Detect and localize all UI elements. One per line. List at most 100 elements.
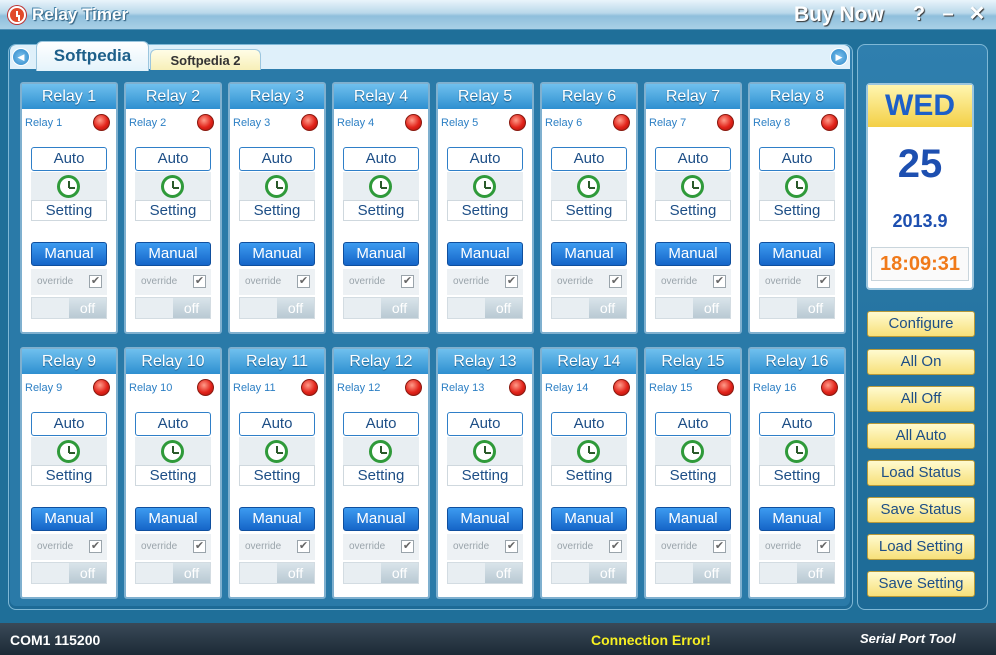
help-button[interactable]: ? <box>908 3 930 25</box>
relay-toggle[interactable]: off <box>135 297 211 319</box>
setting-button[interactable]: Setting <box>239 465 315 486</box>
relay-toggle[interactable]: off <box>655 562 731 584</box>
override-label: override <box>661 541 698 552</box>
manual-button[interactable]: Manual <box>343 242 419 266</box>
auto-button[interactable]: Auto <box>551 147 627 171</box>
override-checkbox[interactable]: ✔ <box>609 275 622 288</box>
setting-button[interactable]: Setting <box>551 200 627 221</box>
override-checkbox[interactable]: ✔ <box>401 275 414 288</box>
all-on-button[interactable]: All On <box>867 349 975 375</box>
auto-button[interactable]: Auto <box>343 412 419 436</box>
auto-button[interactable]: Auto <box>343 147 419 171</box>
manual-button[interactable]: Manual <box>343 507 419 531</box>
auto-button[interactable]: Auto <box>239 147 315 171</box>
manual-button[interactable]: Manual <box>135 507 211 531</box>
relay-card: Relay 11 Relay 11 Auto Setting Manual ov… <box>228 347 326 599</box>
override-checkbox[interactable]: ✔ <box>297 275 310 288</box>
relay-toggle[interactable]: off <box>551 297 627 319</box>
setting-button[interactable]: Setting <box>31 200 107 221</box>
setting-button[interactable]: Setting <box>759 465 835 486</box>
manual-button[interactable]: Manual <box>135 242 211 266</box>
override-checkbox[interactable]: ✔ <box>401 540 414 553</box>
date-display: WED 25 2013.9 18:09:31 <box>866 83 974 290</box>
override-checkbox[interactable]: ✔ <box>89 540 102 553</box>
load-setting-button[interactable]: Load Setting <box>867 534 975 560</box>
auto-button[interactable]: Auto <box>447 412 523 436</box>
auto-button[interactable]: Auto <box>655 147 731 171</box>
override-checkbox[interactable]: ✔ <box>817 275 830 288</box>
setting-button[interactable]: Setting <box>239 200 315 221</box>
auto-button[interactable]: Auto <box>655 412 731 436</box>
auto-button[interactable]: Auto <box>239 412 315 436</box>
setting-button[interactable]: Setting <box>31 465 107 486</box>
setting-button[interactable]: Setting <box>447 200 523 221</box>
auto-button[interactable]: Auto <box>31 412 107 436</box>
manual-button[interactable]: Manual <box>239 507 315 531</box>
relay-toggle[interactable]: off <box>343 297 419 319</box>
relay-toggle[interactable]: off <box>759 562 835 584</box>
manual-button[interactable]: Manual <box>655 507 731 531</box>
relay-toggle[interactable]: off <box>655 297 731 319</box>
relay-toggle[interactable]: off <box>239 562 315 584</box>
override-checkbox[interactable]: ✔ <box>193 540 206 553</box>
override-checkbox[interactable]: ✔ <box>713 275 726 288</box>
manual-button[interactable]: Manual <box>759 242 835 266</box>
override-checkbox[interactable]: ✔ <box>609 540 622 553</box>
arrow-left-icon[interactable]: ◀ <box>12 48 30 66</box>
override-checkbox[interactable]: ✔ <box>713 540 726 553</box>
override-checkbox[interactable]: ✔ <box>193 275 206 288</box>
minimize-button[interactable]: – <box>937 3 959 25</box>
auto-button[interactable]: Auto <box>135 412 211 436</box>
auto-button[interactable]: Auto <box>135 147 211 171</box>
setting-button[interactable]: Setting <box>343 465 419 486</box>
manual-button[interactable]: Manual <box>551 242 627 266</box>
relay-toggle[interactable]: off <box>31 297 107 319</box>
setting-button[interactable]: Setting <box>551 465 627 486</box>
manual-button[interactable]: Manual <box>239 242 315 266</box>
override-checkbox[interactable]: ✔ <box>89 275 102 288</box>
auto-button[interactable]: Auto <box>551 412 627 436</box>
manual-button[interactable]: Manual <box>551 507 627 531</box>
relay-toggle[interactable]: off <box>447 562 523 584</box>
save-setting-button[interactable]: Save Setting <box>867 571 975 597</box>
relay-toggle[interactable]: off <box>135 562 211 584</box>
close-button[interactable]: ✕ <box>966 3 988 25</box>
buy-now-button[interactable]: Buy Now <box>794 3 884 27</box>
override-checkbox[interactable]: ✔ <box>505 275 518 288</box>
all-off-button[interactable]: All Off <box>867 386 975 412</box>
setting-button[interactable]: Setting <box>655 200 731 221</box>
configure-button[interactable]: Configure <box>867 311 975 337</box>
save-status-button[interactable]: Save Status <box>867 497 975 523</box>
auto-button[interactable]: Auto <box>759 147 835 171</box>
override-checkbox[interactable]: ✔ <box>505 540 518 553</box>
load-status-button[interactable]: Load Status <box>867 460 975 486</box>
relay-toggle[interactable]: off <box>759 297 835 319</box>
manual-button[interactable]: Manual <box>655 242 731 266</box>
setting-button[interactable]: Setting <box>759 200 835 221</box>
setting-button[interactable]: Setting <box>135 200 211 221</box>
override-checkbox[interactable]: ✔ <box>817 540 830 553</box>
auto-button[interactable]: Auto <box>447 147 523 171</box>
manual-button[interactable]: Manual <box>447 507 523 531</box>
relay-toggle[interactable]: off <box>31 562 107 584</box>
manual-button[interactable]: Manual <box>31 507 107 531</box>
tab-softpedia-2[interactable]: Softpedia 2 <box>150 49 261 70</box>
all-auto-button[interactable]: All Auto <box>867 423 975 449</box>
relay-toggle[interactable]: off <box>239 297 315 319</box>
manual-button[interactable]: Manual <box>447 242 523 266</box>
clock-time: 18:09:31 <box>871 247 969 281</box>
manual-button[interactable]: Manual <box>31 242 107 266</box>
relay-toggle[interactable]: off <box>343 562 419 584</box>
tab-softpedia[interactable]: Softpedia <box>36 41 149 71</box>
setting-button[interactable]: Setting <box>135 465 211 486</box>
arrow-right-icon[interactable]: ▶ <box>830 48 848 66</box>
setting-button[interactable]: Setting <box>655 465 731 486</box>
auto-button[interactable]: Auto <box>31 147 107 171</box>
setting-button[interactable]: Setting <box>343 200 419 221</box>
relay-toggle[interactable]: off <box>551 562 627 584</box>
relay-toggle[interactable]: off <box>447 297 523 319</box>
manual-button[interactable]: Manual <box>759 507 835 531</box>
auto-button[interactable]: Auto <box>759 412 835 436</box>
override-checkbox[interactable]: ✔ <box>297 540 310 553</box>
setting-button[interactable]: Setting <box>447 465 523 486</box>
